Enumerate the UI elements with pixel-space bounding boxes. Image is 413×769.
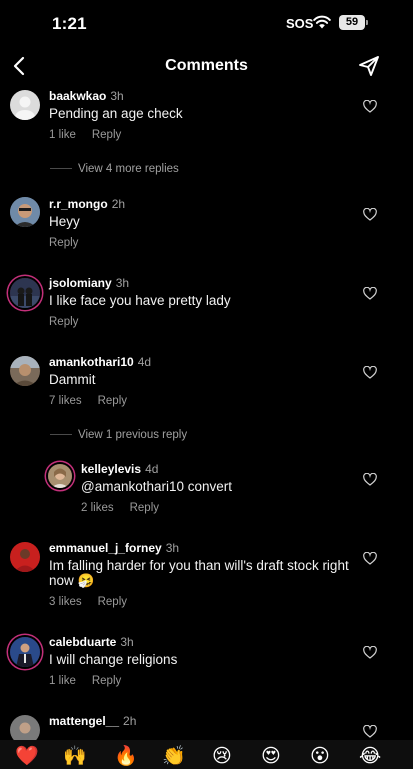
emoji-fire-button[interactable]: 🔥: [114, 745, 138, 767]
comment-username[interactable]: amankothari10 4d: [49, 355, 151, 369]
likes-count[interactable]: 1 like: [49, 675, 76, 687]
reply-button[interactable]: Reply: [98, 596, 127, 608]
comment-time: 4d: [137, 355, 152, 369]
heart-icon[interactable]: [363, 552, 377, 565]
comment-time: 3h: [115, 276, 130, 290]
status-time: 1:21: [52, 14, 87, 33]
comment-text: Pending an age check: [49, 106, 183, 121]
profile-photo-icon: [10, 197, 40, 227]
avatar[interactable]: [10, 197, 40, 227]
comment-actions: Reply: [49, 237, 94, 249]
emoji-laughing-button[interactable]: 😂: [359, 745, 381, 767]
emoji-reaction-bar: ❤️ 🙌 🔥 👏 😢 😍 😮 😂: [0, 740, 413, 769]
comment-text: I will change religions: [49, 652, 178, 667]
comment-username[interactable]: jsolomiany 3h: [49, 276, 129, 290]
username-text[interactable]: kelleylevis: [81, 462, 141, 476]
likes-count[interactable]: 7 likes: [49, 395, 82, 407]
comment-username[interactable]: kelleylevis 4d: [81, 462, 158, 476]
comment-time: 3h: [120, 635, 134, 649]
username-text[interactable]: amankothari10: [49, 355, 134, 369]
profile-photo-icon: [10, 278, 40, 308]
heart-icon[interactable]: [363, 208, 377, 221]
avatar[interactable]: [10, 637, 40, 667]
view-previous-reply-button[interactable]: View 1 previous reply: [50, 429, 187, 441]
default-avatar-icon: [15, 96, 35, 120]
comment-text: Im falling harder for you than will's dr…: [49, 558, 349, 588]
comment-actions: 1 like Reply: [49, 675, 137, 687]
page-title: Comments: [165, 57, 248, 74]
comment-text: Heyy: [49, 214, 80, 229]
heart-icon[interactable]: [363, 646, 377, 659]
profile-photo-icon: [10, 637, 40, 667]
paper-plane-icon[interactable]: [357, 54, 381, 78]
comment-actions: 7 likes Reply: [49, 395, 143, 407]
username-text[interactable]: calebduarte: [49, 635, 116, 649]
comment-time: 2h: [123, 714, 137, 728]
avatar[interactable]: [10, 715, 40, 740]
emoji-heart-eyes-button[interactable]: 😍: [261, 745, 281, 767]
profile-photo-icon: [10, 356, 40, 386]
comment-text: Dammit: [49, 372, 96, 387]
avatar[interactable]: [10, 90, 40, 120]
comment-username[interactable]: baakwkao 3h: [49, 89, 124, 103]
reply-button[interactable]: Reply: [98, 395, 127, 407]
view-more-replies-button[interactable]: View 4 more replies: [50, 163, 179, 175]
reply-button[interactable]: Reply: [49, 237, 78, 249]
avatar[interactable]: [10, 356, 40, 386]
status-bar: 1:21 SOS 59: [0, 0, 413, 48]
battery-indicator: 59: [339, 15, 368, 30]
avatar[interactable]: [10, 278, 40, 308]
comments-list: baakwkao 3h Pending an age check 1 like Re…: [0, 84, 413, 740]
comment-time: 3h: [110, 89, 124, 103]
avatar[interactable]: [48, 464, 72, 488]
heart-icon[interactable]: [363, 725, 377, 738]
comment-username[interactable]: calebduarte 3h: [49, 635, 134, 649]
emoji-crying-button[interactable]: 😢: [212, 745, 232, 767]
username-text[interactable]: jsolomiany: [49, 276, 112, 290]
comment-time: 3h: [165, 541, 180, 555]
comment-username[interactable]: emmanuel_j_forney 3h: [49, 541, 179, 555]
emoji-clap-button[interactable]: 👏: [162, 745, 186, 767]
heart-icon[interactable]: [363, 473, 377, 486]
heart-icon[interactable]: [363, 366, 377, 379]
status-sos: SOS: [286, 16, 314, 31]
reply-button[interactable]: Reply: [130, 502, 159, 514]
comment-actions: Reply: [49, 316, 94, 328]
comment-actions: 2 likes Reply: [81, 502, 175, 514]
profile-photo-icon: [10, 542, 40, 572]
profile-photo-icon: [48, 464, 72, 488]
comment-actions: 1 like Reply: [49, 129, 137, 141]
username-text[interactable]: mattengel__: [49, 714, 119, 728]
emoji-heart-button[interactable]: ❤️: [15, 745, 39, 767]
comment-actions: 3 likes Reply: [49, 596, 143, 608]
heart-icon[interactable]: [363, 287, 377, 300]
header: Comments: [0, 48, 413, 84]
comment-text: @amankothari10 convert: [81, 479, 233, 494]
username-text[interactable]: r.r_mongo: [49, 197, 108, 211]
emoji-raised-hands-button[interactable]: 🙌: [63, 745, 87, 767]
comment-time: 2h: [111, 197, 126, 211]
reply-button[interactable]: Reply: [92, 675, 121, 687]
username-text[interactable]: baakwkao: [49, 89, 106, 103]
wifi-icon: [313, 15, 331, 29]
profile-photo-icon: [10, 715, 40, 740]
reply-button[interactable]: Reply: [49, 316, 78, 328]
comment-username[interactable]: mattengel__ 2h: [49, 714, 136, 728]
comment-text: I like face you have pretty lady: [49, 293, 231, 308]
reply-button[interactable]: Reply: [92, 129, 121, 141]
likes-count[interactable]: 3 likes: [49, 596, 82, 608]
username-text[interactable]: emmanuel_j_forney: [49, 541, 162, 555]
comment-username[interactable]: r.r_mongo 2h: [49, 197, 125, 211]
emoji-surprised-button[interactable]: 😮: [310, 745, 330, 767]
heart-icon[interactable]: [363, 100, 377, 113]
avatar[interactable]: [10, 542, 40, 572]
comment-time: 4d: [145, 462, 159, 476]
likes-count[interactable]: 2 likes: [81, 502, 114, 514]
likes-count[interactable]: 1 like: [49, 129, 76, 141]
